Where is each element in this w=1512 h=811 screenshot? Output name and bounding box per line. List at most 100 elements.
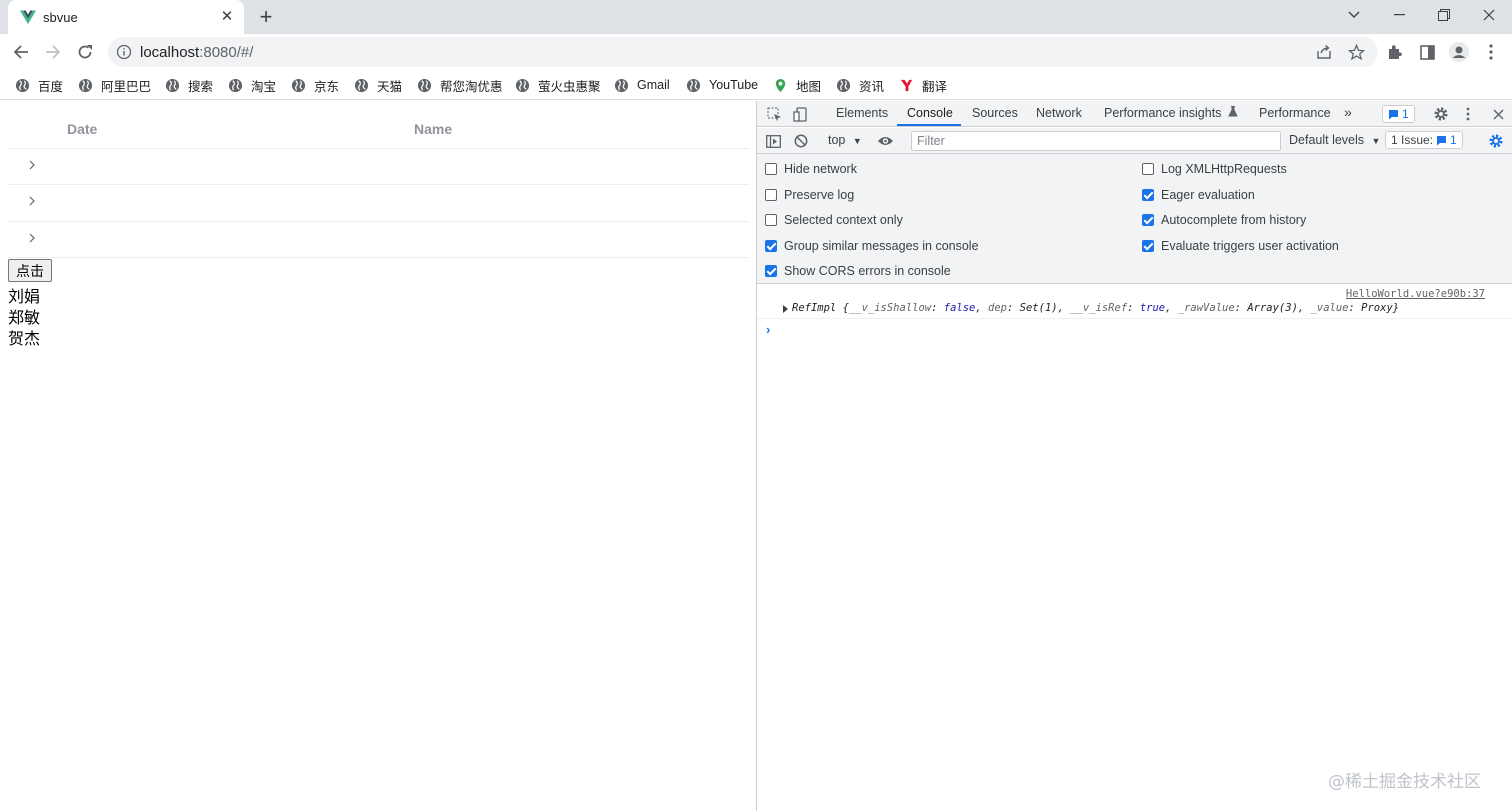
live-expression-eye-icon[interactable] [876,132,894,150]
close-devtools-icon[interactable] [1489,105,1507,123]
console-prompt-icon[interactable]: › [766,322,770,337]
messages-badge[interactable]: 1 [1382,105,1415,123]
forward-arrow-icon[interactable] [39,38,67,66]
bookmark-item[interactable]: 淘宝 [228,75,276,95]
setting-label: Eager evaluation [1161,188,1255,202]
table-row [8,148,749,184]
bookmark-item[interactable]: YouTube [686,75,758,95]
setting-checkbox[interactable]: Log XMLHttpRequests [1142,162,1287,176]
bookmark-item[interactable]: 翻译 [899,75,947,95]
side-panel-icon[interactable] [1416,41,1438,63]
bookmark-item[interactable]: 搜索 [165,75,213,95]
checkbox[interactable] [765,265,777,277]
extensions-icon[interactable] [1384,41,1406,63]
expand-chevron-icon[interactable] [26,194,38,208]
tab-sources[interactable]: Sources [972,106,1018,120]
clear-console-icon[interactable] [792,132,810,150]
bookmark-item[interactable]: 京东 [291,75,339,95]
checkbox[interactable] [765,189,777,201]
bookmark-label: 帮您淘优惠 [440,79,503,94]
globe-icon [614,78,629,92]
setting-checkbox[interactable]: Evaluate triggers user activation [1142,239,1339,253]
log-source-link[interactable]: HelloWorld.vue?e90b:37 [1346,288,1485,300]
tab-network[interactable]: Network [1036,106,1082,120]
address-bar[interactable]: localhost:8080/#/ [108,37,1378,67]
bookmark-label: 萤火虫惠聚 [538,79,601,94]
setting-checkbox[interactable]: Eager evaluation [1142,188,1255,202]
expand-object-triangle-icon[interactable] [783,305,788,313]
globe-icon [165,78,180,92]
devtools-settings-gear-icon[interactable] [1432,105,1450,123]
devtools-panel: Elements Console Sources Network Perform… [756,101,1512,811]
log-divider [757,318,1512,319]
close-tab-icon[interactable]: ✕ [218,8,236,26]
bookmark-label: 搜索 [188,79,214,94]
inspect-element-icon[interactable] [765,105,783,123]
name-item: 贺杰 [8,329,41,348]
setting-checkbox[interactable]: Selected context only [765,213,903,227]
expand-chevron-icon[interactable] [26,231,38,245]
checkbox[interactable] [765,240,777,252]
devtools-menu-icon[interactable] [1459,105,1477,123]
tab-performance-insights-label: Performance insights [1104,106,1222,120]
browser-toolbar: localhost:8080/#/ [0,34,1512,70]
profile-avatar-icon[interactable] [1448,41,1470,63]
bookmarks-bar: 百度 阿里巴巴 搜索 淘宝 京东 天猫 帮您淘优惠 萤火虫惠聚 Gmail YouTube 地图 资讯… [0,70,1512,100]
expand-chevron-icon[interactable] [26,158,38,172]
tab-performance-insights[interactable]: Performance insights [1104,106,1238,120]
new-tab-button[interactable]: + [254,5,278,29]
tab-performance[interactable]: Performance [1259,106,1331,120]
setting-checkbox[interactable]: Hide network [765,162,857,176]
tab-console[interactable]: Console [907,106,953,120]
bookmark-item[interactable]: 地图 [773,75,821,95]
bookmark-item[interactable]: 百度 [15,75,63,95]
close-window-icon[interactable] [1466,0,1512,30]
setting-label: Evaluate triggers user activation [1161,239,1339,253]
console-settings-gear-icon[interactable] [1487,132,1505,150]
restore-icon[interactable] [1421,0,1467,30]
tab-search-icon[interactable] [1331,0,1377,30]
checkbox[interactable] [1142,189,1154,201]
device-toolbar-icon[interactable] [791,105,809,123]
log-levels-dropdown[interactable]: Default levels ▼ [1289,133,1380,147]
table-row [8,184,749,220]
back-arrow-icon[interactable] [7,38,35,66]
checkbox[interactable] [1142,214,1154,226]
minimize-icon[interactable] [1376,0,1422,30]
bookmark-label: YouTube [709,78,759,92]
bookmark-item[interactable]: 帮您淘优惠 [417,75,503,95]
bookmark-label: 资讯 [859,79,885,94]
console-filter-input[interactable]: Filter [911,131,1281,151]
site-info-icon[interactable] [116,44,132,60]
context-label: top [828,133,846,147]
click-button[interactable]: 点击 [8,259,52,282]
setting-checkbox[interactable]: Autocomplete from history [1142,213,1306,227]
bookmark-star-icon[interactable] [1345,41,1367,63]
messages-count: 1 [1402,107,1409,121]
sidebar-toggle-icon[interactable] [764,132,782,150]
bookmark-item[interactable]: 资讯 [836,75,884,95]
url-text: localhost:8080/#/ [140,44,254,61]
checkbox[interactable] [1142,163,1154,175]
setting-checkbox[interactable]: Preserve log [765,188,854,202]
checkbox[interactable] [765,214,777,226]
checkbox[interactable] [765,163,777,175]
checkbox[interactable] [1142,240,1154,252]
setting-checkbox[interactable]: Group similar messages in console [765,239,979,253]
bookmark-item[interactable]: Gmail [614,75,670,95]
bookmark-item[interactable]: 天猫 [354,75,402,95]
more-tabs-icon[interactable]: » [1344,104,1352,120]
share-icon[interactable] [1313,41,1335,63]
bookmark-item[interactable]: 阿里巴巴 [78,75,151,95]
setting-label: Group similar messages in console [784,239,979,253]
issues-button[interactable]: 1 Issue: 1 [1385,131,1463,149]
bookmark-item[interactable]: 萤火虫惠聚 [515,75,601,95]
tab-elements[interactable]: Elements [836,106,888,120]
browser-tab[interactable]: sbvue ✕ [8,0,244,34]
setting-checkbox[interactable]: Show CORS errors in console [765,264,951,278]
console-settings-pane: Hide network Preserve log Selected context… [757,154,1512,284]
context-selector[interactable]: top ▼ [828,133,862,147]
log-message[interactable]: RefImpl {__v_isShallow: false, dep: Set(… [792,302,1399,314]
browser-menu-icon[interactable] [1480,41,1502,63]
reload-icon[interactable] [71,38,99,66]
